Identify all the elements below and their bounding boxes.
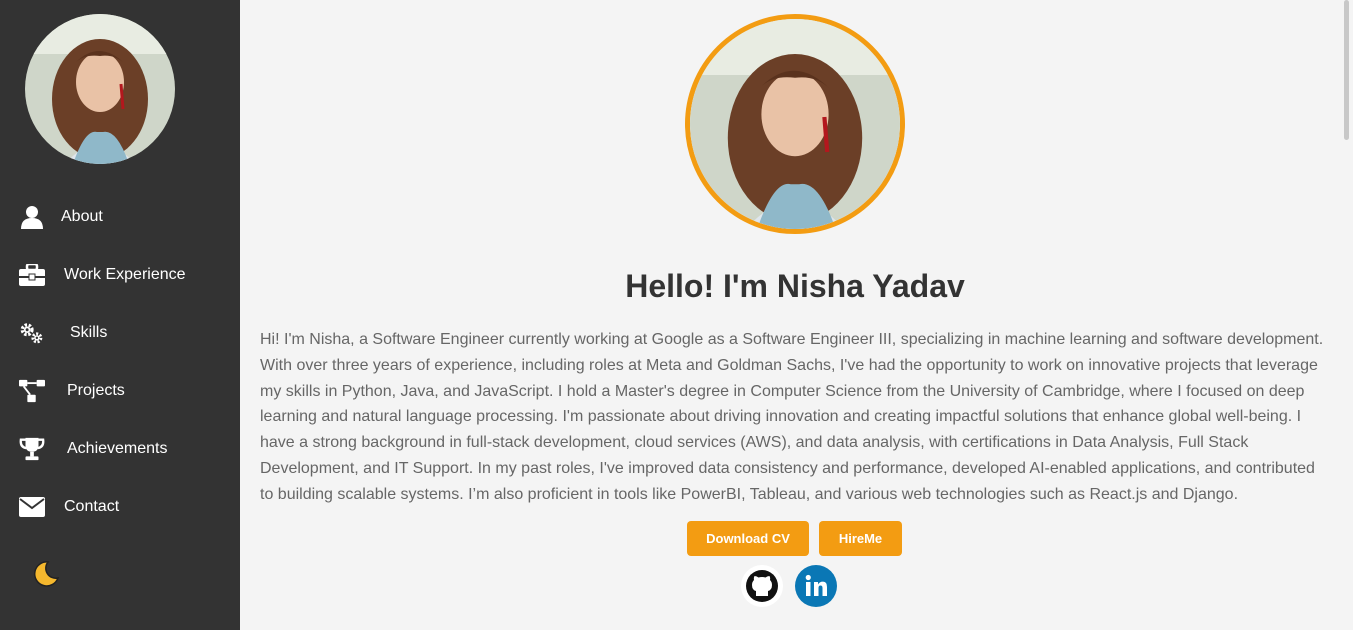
sidebar-item-label: Work Experience [64, 266, 186, 283]
theme-toggle-button[interactable] [30, 558, 62, 590]
sidebar-item-achievements[interactable]: Achievements [0, 420, 240, 478]
hire-me-button[interactable]: HireMe [819, 521, 902, 556]
sidebar-item-about[interactable]: About [0, 188, 240, 246]
download-cv-button[interactable]: Download CV [687, 521, 809, 556]
bio-paragraph: Hi! I'm Nisha, a Software Engineer curre… [260, 331, 1324, 503]
sidebar-item-label: Projects [67, 382, 125, 399]
sidebar-item-projects[interactable]: Projects [0, 362, 240, 420]
scrollbar-thumb[interactable] [1344, 0, 1349, 140]
linkedin-icon [795, 574, 837, 611]
hero-avatar [685, 14, 905, 234]
sidebar-item-skills[interactable]: Skills [0, 304, 240, 362]
project-diagram-icon [19, 378, 45, 404]
linkedin-link[interactable] [795, 565, 837, 607]
sidebar-item-label: Skills [70, 324, 108, 341]
sidebar-avatar [25, 14, 175, 164]
briefcase-icon [19, 262, 45, 288]
sidebar-item-contact[interactable]: Contact [0, 478, 240, 536]
moon-icon [30, 561, 62, 594]
sidebar: About Work Experience Skills Projects Ac… [0, 0, 240, 630]
sidebar-item-label: Achievements [67, 440, 168, 457]
main-content: Hello! I'm Nisha Yadav Hi! I'm Nisha, a … [240, 0, 1340, 630]
gears-icon [19, 320, 45, 346]
github-link[interactable] [741, 565, 783, 607]
scrollbar[interactable] [1340, 0, 1353, 630]
envelope-icon [19, 494, 45, 520]
sidebar-item-label: About [61, 208, 103, 225]
user-icon [19, 204, 45, 230]
sidebar-item-label: Contact [64, 498, 120, 515]
page-title: Hello! I'm Nisha Yadav [625, 268, 965, 304]
trophy-icon [19, 436, 45, 462]
github-icon [741, 570, 783, 611]
sidebar-item-work-experience[interactable]: Work Experience [0, 246, 240, 304]
sidebar-nav: About Work Experience Skills Projects Ac… [0, 188, 240, 536]
